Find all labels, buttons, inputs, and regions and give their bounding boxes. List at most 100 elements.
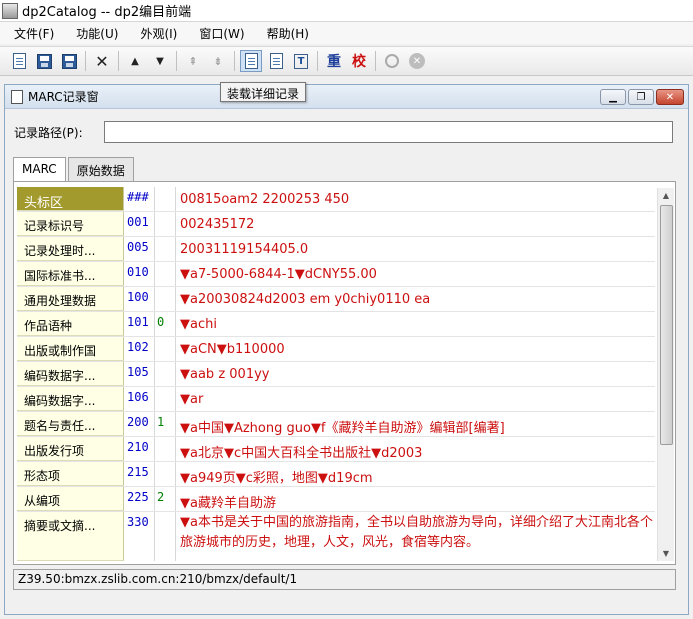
field-tag[interactable]: 010 (124, 262, 155, 286)
field-content[interactable]: ▼a949页▼c彩照，地图▼d19cm (176, 462, 655, 486)
load-record-button[interactable] (8, 50, 30, 72)
field-content[interactable]: ▼aab z 001yy (176, 362, 655, 386)
field-content[interactable]: 20031119154405.0 (176, 237, 655, 261)
field-tag[interactable]: 210 (124, 437, 155, 461)
marc-field-row[interactable]: 头标区 ### 00815oam2 2200253 450 (17, 187, 655, 212)
minimize-button[interactable]: ▁ (600, 89, 626, 105)
search-button[interactable] (381, 50, 403, 72)
menu-bar: 文件(F) 功能(U) 外观(I) 窗口(W) 帮助(H) (0, 22, 693, 44)
field-content[interactable]: 002435172 (176, 212, 655, 236)
marc-field-row[interactable]: 记录标识号 001 002435172 (17, 212, 655, 237)
field-indicator[interactable] (155, 362, 176, 386)
close-button[interactable]: ✕ (656, 89, 684, 105)
field-content[interactable]: ▼a20030824d2003 em y0chiy0110 ea (176, 287, 655, 311)
field-tag[interactable]: 330 (124, 512, 155, 561)
field-content[interactable]: 00815oam2 2200253 450 (176, 187, 655, 211)
toolbar-separator (317, 51, 318, 71)
save-as-icon (61, 53, 77, 69)
field-indicator[interactable] (155, 337, 176, 361)
detail-record-icon (244, 53, 258, 69)
field-content[interactable]: ▼achi (176, 312, 655, 336)
prev-record-button[interactable]: ▲ (124, 50, 146, 72)
double-chevron-up-icon: ⇞ (188, 54, 198, 68)
scroll-down-icon[interactable]: ▼ (658, 546, 674, 561)
vertical-scrollbar[interactable]: ▲ ▼ (657, 188, 674, 561)
marc-field-row[interactable]: 国际标准书... 010 ▼a7-5000-6844-1▼dCNY55.00 (17, 262, 655, 287)
record-path-input[interactable] (104, 121, 673, 143)
field-name: 记录处理时... (17, 237, 124, 261)
field-indicator[interactable] (155, 237, 176, 261)
verify-button[interactable]: 校 (348, 50, 370, 72)
field-content[interactable]: ▼a中国▼Azhong guo▼f《藏羚羊自助游》编辑部[编著] (176, 412, 655, 436)
field-tag[interactable]: 102 (124, 337, 155, 361)
field-tag[interactable]: 106 (124, 387, 155, 411)
field-indicator[interactable] (155, 462, 176, 486)
field-content[interactable]: ▼a本书是关于中国的旅游指南，全书以自助旅游为导向，详细介绍了大江南北各个旅游城… (176, 512, 655, 561)
refresh-button[interactable] (265, 50, 287, 72)
field-tag[interactable]: ### (124, 187, 155, 211)
menu-window[interactable]: 窗口(W) (191, 25, 252, 42)
first-record-button[interactable]: ⇞ (182, 50, 204, 72)
tab-strip: MARC 原始数据 (13, 157, 136, 181)
stop-button[interactable]: ✕ (406, 50, 428, 72)
field-tag[interactable]: 215 (124, 462, 155, 486)
field-indicator[interactable] (155, 212, 176, 236)
toolbar-separator (118, 51, 119, 71)
marc-field-row[interactable]: 出版或制作国 102 ▼aCN▼b110000 (17, 337, 655, 362)
field-indicator[interactable]: 0 (155, 312, 176, 336)
menu-file[interactable]: 文件(F) (6, 25, 62, 42)
scroll-up-icon[interactable]: ▲ (658, 188, 674, 203)
save-button[interactable] (33, 50, 55, 72)
field-content[interactable]: ▼aCN▼b110000 (176, 337, 655, 361)
field-indicator[interactable] (155, 287, 176, 311)
marc-field-row[interactable]: 记录处理时... 005 20031119154405.0 (17, 237, 655, 262)
field-indicator[interactable] (155, 187, 176, 211)
next-record-button[interactable]: ▼ (149, 50, 171, 72)
marc-field-row[interactable]: 出版发行项 210 ▼a北京▼c中国大百科全书出版社▼d2003 (17, 437, 655, 462)
field-tag[interactable]: 001 (124, 212, 155, 236)
load-detail-button[interactable] (240, 50, 262, 72)
restore-button[interactable]: ❐ (628, 89, 654, 105)
field-tag[interactable]: 100 (124, 287, 155, 311)
redo-button[interactable]: 重 (323, 50, 345, 72)
marc-field-row[interactable]: 作品语种 101 0 ▼achi (17, 312, 655, 337)
field-content[interactable]: ▼ar (176, 387, 655, 411)
field-indicator[interactable] (155, 387, 176, 411)
marc-field-row[interactable]: 形态项 215 ▼a949页▼c彩照，地图▼d19cm (17, 462, 655, 487)
stop-icon: ✕ (409, 53, 425, 69)
menu-help[interactable]: 帮助(H) (259, 25, 317, 42)
field-content[interactable]: ▼a北京▼c中国大百科全书出版社▼d2003 (176, 437, 655, 461)
field-indicator[interactable] (155, 512, 176, 561)
tab-marc[interactable]: MARC (13, 157, 66, 181)
marc-field-row[interactable]: 摘要或文摘... 330 ▼a本书是关于中国的旅游指南，全书以自助旅游为导向，详细介… (17, 512, 655, 561)
field-tag[interactable]: 225 (124, 487, 155, 511)
toolbar-separator (85, 51, 86, 71)
field-indicator[interactable]: 1 (155, 412, 176, 436)
marc-field-row[interactable]: 编码数据字... 105 ▼aab z 001yy (17, 362, 655, 387)
marc-grid: 头标区 ### 00815oam2 2200253 450 记录标识号 001 00243… (17, 187, 655, 561)
field-content[interactable]: ▼a7-5000-6844-1▼dCNY55.00 (176, 262, 655, 286)
document-icon (12, 53, 26, 69)
field-indicator[interactable] (155, 262, 176, 286)
field-tag[interactable]: 005 (124, 237, 155, 261)
delete-button[interactable]: ✕ (91, 50, 113, 72)
marc-field-row[interactable]: 编码数据字... 106 ▼ar (17, 387, 655, 412)
field-tag[interactable]: 200 (124, 412, 155, 436)
tab-raw-data[interactable]: 原始数据 (67, 157, 134, 181)
field-name: 摘要或文摘... (17, 512, 124, 561)
template-button[interactable]: T (290, 50, 312, 72)
field-content[interactable]: ▼a藏羚羊自助游 (176, 487, 655, 511)
marc-field-row[interactable]: 题名与责任... 200 1 ▼a中国▼Azhong guo▼f《藏羚羊自助游》编辑部… (17, 412, 655, 437)
field-indicator[interactable] (155, 437, 176, 461)
field-tag[interactable]: 105 (124, 362, 155, 386)
field-name: 编码数据字... (17, 387, 124, 411)
marc-field-row[interactable]: 通用处理数据 100 ▼a20030824d2003 em y0chiy0110 e… (17, 287, 655, 312)
field-indicator[interactable]: 2 (155, 487, 176, 511)
menu-function[interactable]: 功能(U) (68, 25, 126, 42)
save-as-button[interactable] (58, 50, 80, 72)
scroll-thumb[interactable] (660, 205, 673, 445)
menu-appearance[interactable]: 外观(I) (132, 25, 185, 42)
marc-field-row[interactable]: 从编项 225 2 ▼a藏羚羊自助游 (17, 487, 655, 512)
last-record-button[interactable]: ⇟ (207, 50, 229, 72)
field-tag[interactable]: 101 (124, 312, 155, 336)
